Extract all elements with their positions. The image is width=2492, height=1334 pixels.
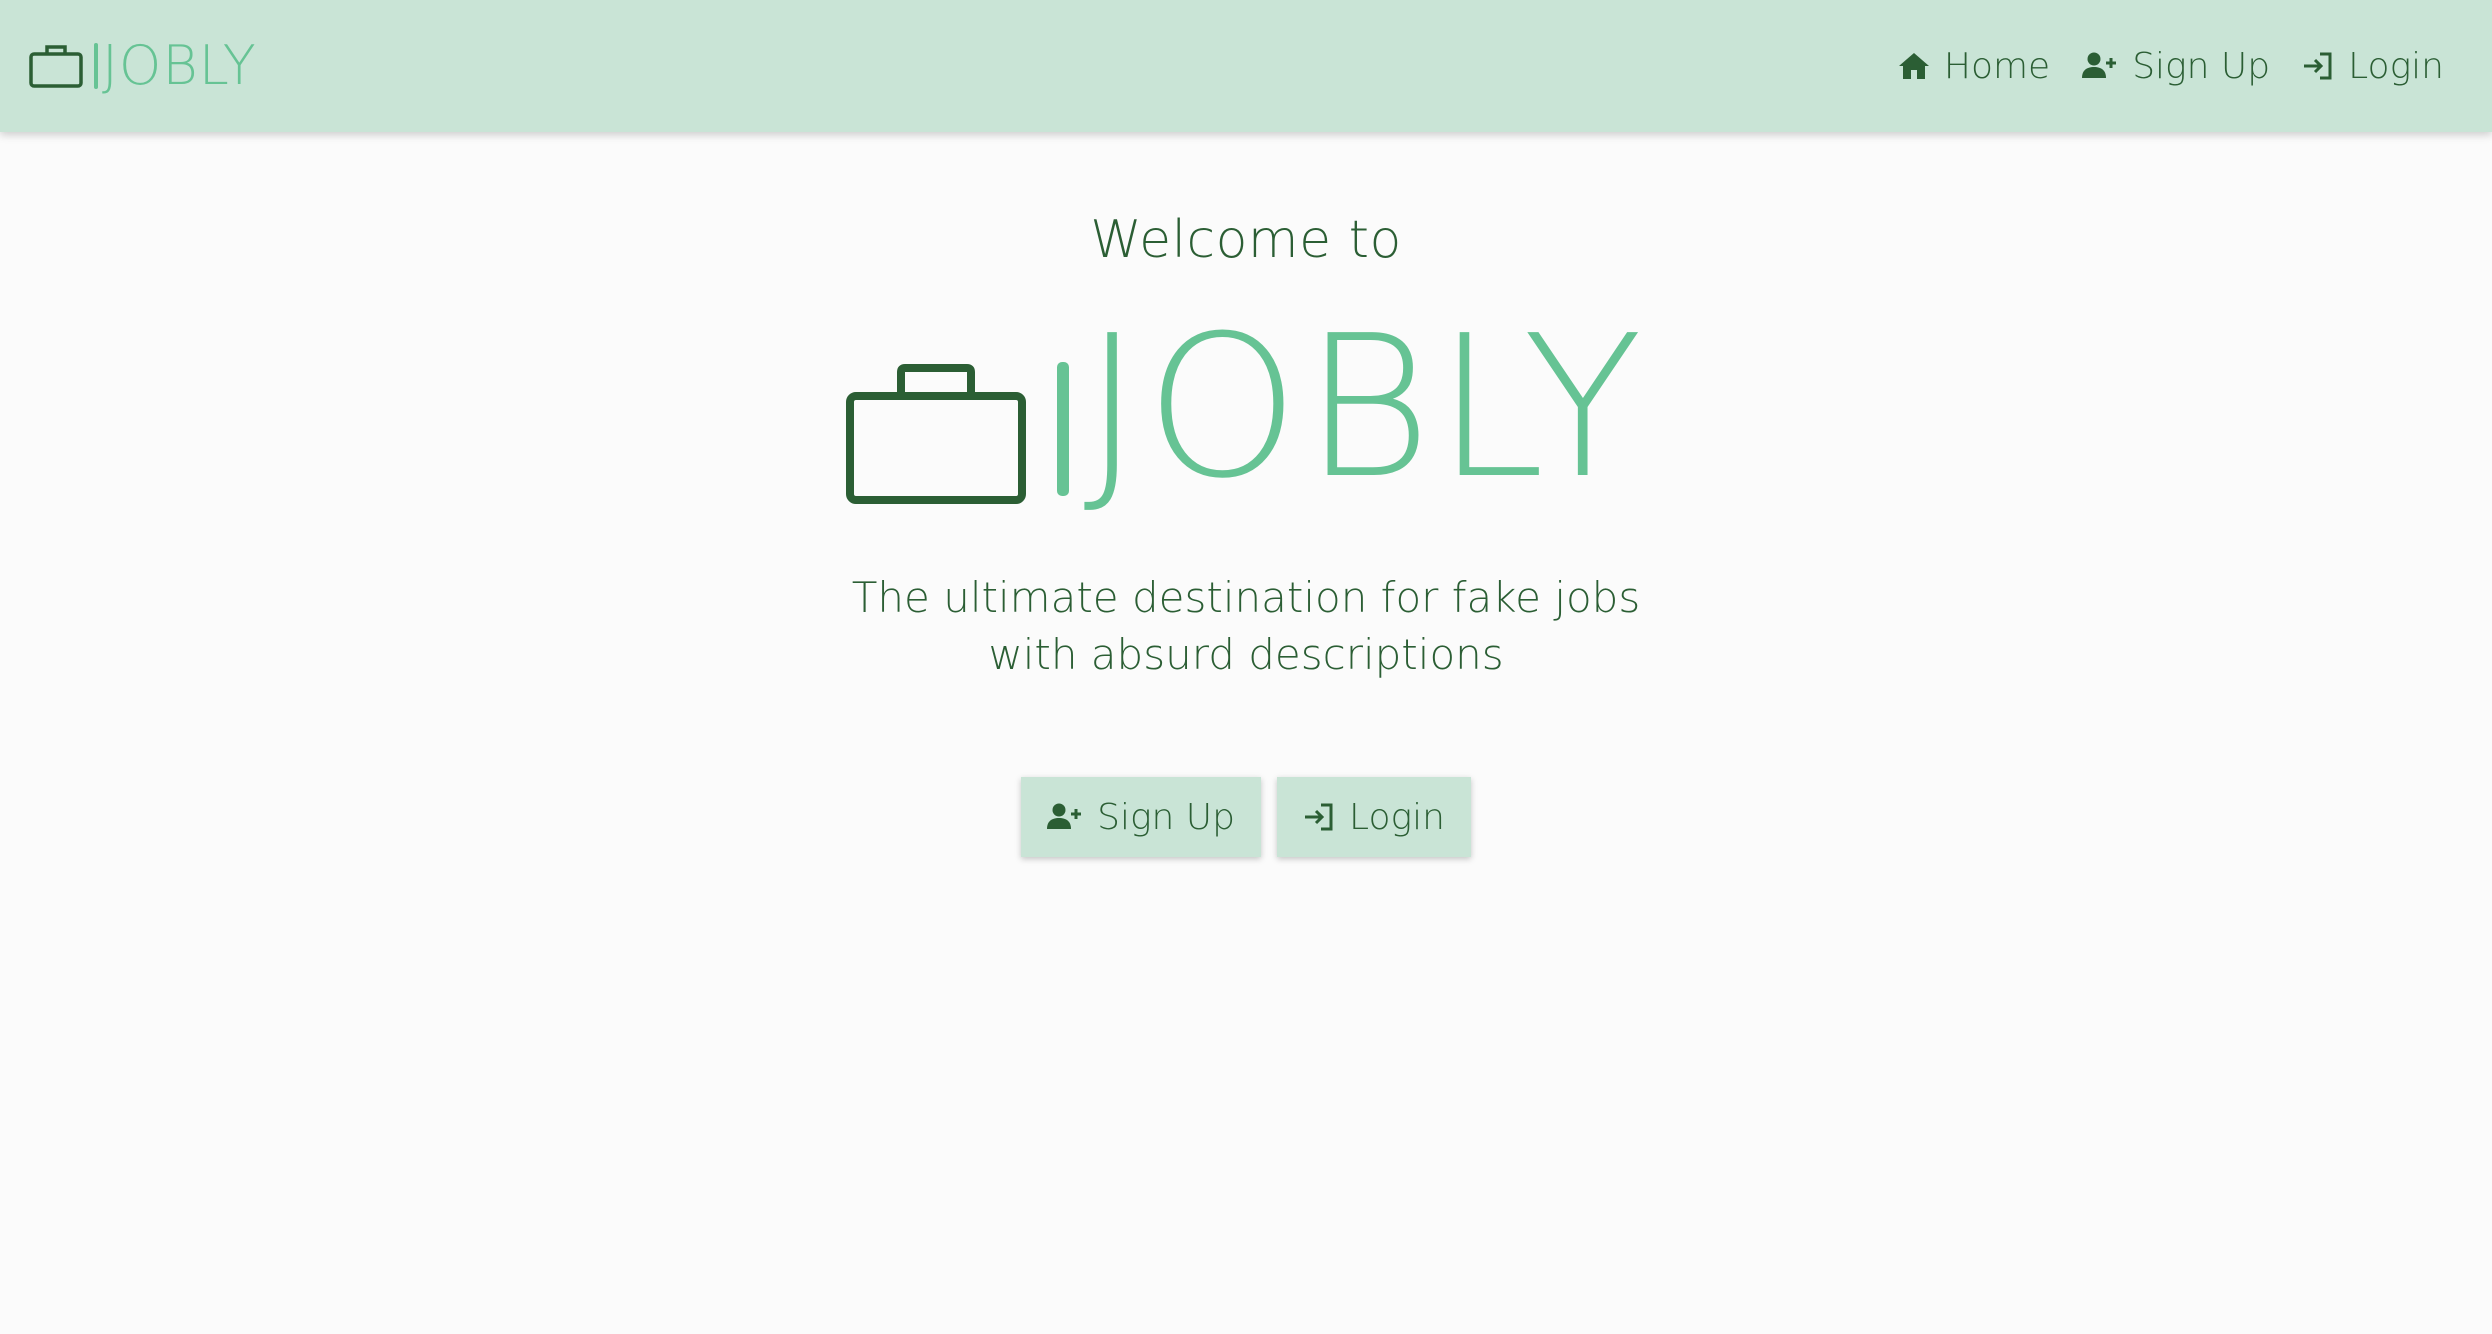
main-content: Welcome to JOBLY The ultimate destinatio… xyxy=(0,132,2492,1334)
login-icon xyxy=(1305,803,1333,831)
hero-divider xyxy=(1057,362,1070,496)
nav-signup-label: Sign Up xyxy=(2132,45,2271,87)
hero-title: JOBLY xyxy=(1083,294,1647,522)
login-icon xyxy=(2304,52,2332,80)
hero-logo: JOBLY xyxy=(845,310,1646,506)
home-icon xyxy=(1898,53,1929,79)
login-button-label: Login xyxy=(1349,796,1445,838)
brand-name: JOBLY xyxy=(102,34,257,97)
briefcase-icon xyxy=(29,45,83,88)
user-plus-icon xyxy=(1047,803,1082,830)
brand-logo-link[interactable]: JOBLY xyxy=(28,39,257,93)
navbar: JOBLY Home Sign Up Login xyxy=(0,0,2492,132)
action-buttons: Sign Up Login xyxy=(1021,777,1471,858)
nav-login-label: Login xyxy=(2348,45,2444,87)
nav-signup-link[interactable]: Sign Up xyxy=(2082,46,2270,87)
signup-button[interactable]: Sign Up xyxy=(1021,777,1262,858)
tagline: The ultimate destination for fake jobs w… xyxy=(851,573,1641,679)
welcome-heading: Welcome to xyxy=(1090,210,1402,270)
brand-divider xyxy=(94,43,98,89)
nav-home-link[interactable]: Home xyxy=(1898,46,2050,87)
briefcase-icon xyxy=(846,364,1027,504)
nav-home-label: Home xyxy=(1943,45,2051,87)
signup-button-label: Sign Up xyxy=(1097,796,1236,838)
nav-login-link[interactable]: Login xyxy=(2302,46,2444,87)
nav-links: Home Sign Up Login xyxy=(1898,46,2444,87)
login-button[interactable]: Login xyxy=(1277,777,1471,858)
user-plus-icon xyxy=(2082,52,2117,78)
